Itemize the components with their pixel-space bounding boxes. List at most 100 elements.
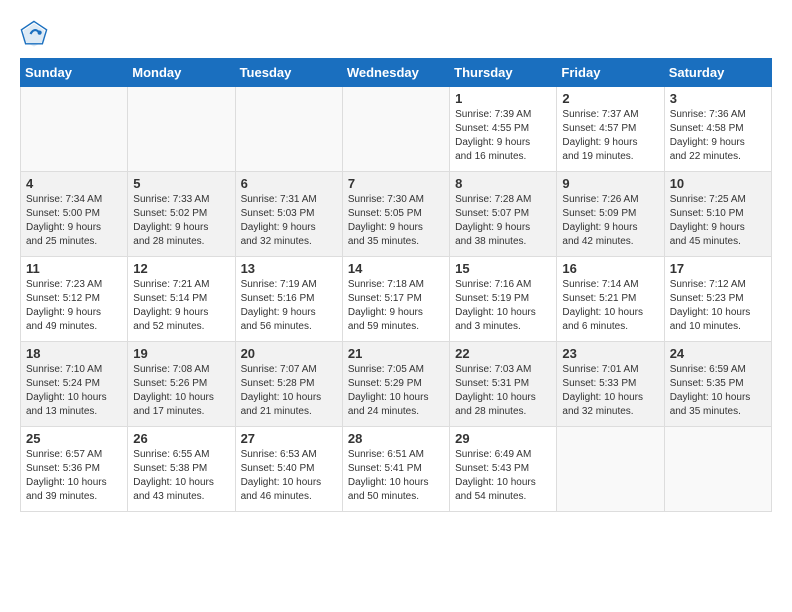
header-row: SundayMondayTuesdayWednesdayThursdayFrid… (21, 59, 772, 87)
day-info: Sunrise: 7:37 AM Sunset: 4:57 PM Dayligh… (562, 108, 658, 164)
calendar-week-row: 25 Sunrise: 6:57 AM Sunset: 5:36 PM Dayli… (21, 427, 772, 512)
calendar-cell: 17 Sunrise: 7:12 AM Sunset: 5:23 PM Dayli… (664, 257, 771, 342)
day-number: 12 (133, 261, 229, 276)
calendar-cell: 25 Sunrise: 6:57 AM Sunset: 5:36 PM Dayli… (21, 427, 128, 512)
day-info: Sunrise: 7:08 AM Sunset: 5:26 PM Dayligh… (133, 363, 229, 419)
day-number: 27 (241, 431, 337, 446)
day-info: Sunrise: 7:23 AM Sunset: 5:12 PM Dayligh… (26, 278, 122, 334)
calendar-cell: 24Sunrise: 6:59 AM Sunset: 5:35 PM Dayli… (664, 342, 771, 427)
calendar-cell: 18 Sunrise: 7:10 AM Sunset: 5:24 PM Dayli… (21, 342, 128, 427)
day-info: Sunrise: 6:49 AM Sunset: 5:43 PM Dayligh… (455, 448, 551, 504)
calendar-table: SundayMondayTuesdayWednesdayThursdayFrid… (20, 58, 772, 512)
calendar-week-row: 1 Sunrise: 7:39 AM Sunset: 4:55 PM Daylig… (21, 87, 772, 172)
day-info: Sunrise: 7:36 AM Sunset: 4:58 PM Dayligh… (670, 108, 766, 164)
day-of-week-header: Tuesday (235, 59, 342, 87)
calendar-cell: 21 Sunrise: 7:05 AM Sunset: 5:29 PM Dayli… (342, 342, 449, 427)
day-info: Sunrise: 7:28 AM Sunset: 5:07 PM Dayligh… (455, 193, 551, 249)
page-header (20, 20, 772, 48)
calendar-cell: 23 Sunrise: 7:01 AM Sunset: 5:33 PM Dayli… (557, 342, 664, 427)
day-of-week-header: Monday (128, 59, 235, 87)
calendar-cell (235, 87, 342, 172)
day-info: Sunrise: 7:14 AM Sunset: 5:21 PM Dayligh… (562, 278, 658, 334)
day-number: 14 (348, 261, 444, 276)
day-info: Sunrise: 6:57 AM Sunset: 5:36 PM Dayligh… (26, 448, 122, 504)
day-number: 25 (26, 431, 122, 446)
calendar-cell: 6 Sunrise: 7:31 AM Sunset: 5:03 PM Daylig… (235, 172, 342, 257)
calendar-cell: 22 Sunrise: 7:03 AM Sunset: 5:31 PM Dayli… (450, 342, 557, 427)
calendar-cell (557, 427, 664, 512)
day-info: Sunrise: 7:26 AM Sunset: 5:09 PM Dayligh… (562, 193, 658, 249)
day-number: 3 (670, 91, 766, 106)
day-info: Sunrise: 7:10 AM Sunset: 5:24 PM Dayligh… (26, 363, 122, 419)
day-number: 23 (562, 346, 658, 361)
day-number: 7 (348, 176, 444, 191)
calendar-cell: 16Sunrise: 7:14 AM Sunset: 5:21 PM Dayli… (557, 257, 664, 342)
logo-icon (20, 20, 48, 48)
day-info: Sunrise: 7:25 AM Sunset: 5:10 PM Dayligh… (670, 193, 766, 249)
calendar-cell: 8Sunrise: 7:28 AM Sunset: 5:07 PM Daylig… (450, 172, 557, 257)
day-number: 4 (26, 176, 122, 191)
calendar-cell (342, 87, 449, 172)
calendar-cell: 14 Sunrise: 7:18 AM Sunset: 5:17 PM Dayli… (342, 257, 449, 342)
calendar-cell: 29 Sunrise: 6:49 AM Sunset: 5:43 PM Dayli… (450, 427, 557, 512)
calendar-cell: 1 Sunrise: 7:39 AM Sunset: 4:55 PM Daylig… (450, 87, 557, 172)
day-number: 17 (670, 261, 766, 276)
day-number: 11 (26, 261, 122, 276)
day-number: 18 (26, 346, 122, 361)
day-info: Sunrise: 7:30 AM Sunset: 5:05 PM Dayligh… (348, 193, 444, 249)
day-number: 15 (455, 261, 551, 276)
day-number: 2 (562, 91, 658, 106)
calendar-cell: 10 Sunrise: 7:25 AM Sunset: 5:10 PM Dayli… (664, 172, 771, 257)
day-number: 26 (133, 431, 229, 446)
calendar-cell: 13 Sunrise: 7:19 AM Sunset: 5:16 PM Dayli… (235, 257, 342, 342)
calendar-week-row: 18 Sunrise: 7:10 AM Sunset: 5:24 PM Dayli… (21, 342, 772, 427)
day-number: 29 (455, 431, 551, 446)
day-info: Sunrise: 7:12 AM Sunset: 5:23 PM Dayligh… (670, 278, 766, 334)
calendar-cell: 12 Sunrise: 7:21 AM Sunset: 5:14 PM Dayli… (128, 257, 235, 342)
day-info: Sunrise: 7:18 AM Sunset: 5:17 PM Dayligh… (348, 278, 444, 334)
day-number: 1 (455, 91, 551, 106)
day-number: 9 (562, 176, 658, 191)
day-info: Sunrise: 7:21 AM Sunset: 5:14 PM Dayligh… (133, 278, 229, 334)
day-of-week-header: Wednesday (342, 59, 449, 87)
day-of-week-header: Sunday (21, 59, 128, 87)
calendar-cell: 28 Sunrise: 6:51 AM Sunset: 5:41 PM Dayli… (342, 427, 449, 512)
calendar-week-row: 4Sunrise: 7:34 AM Sunset: 5:00 PM Daylig… (21, 172, 772, 257)
day-number: 22 (455, 346, 551, 361)
day-number: 28 (348, 431, 444, 446)
day-number: 10 (670, 176, 766, 191)
day-number: 21 (348, 346, 444, 361)
calendar-week-row: 11 Sunrise: 7:23 AM Sunset: 5:12 PM Dayli… (21, 257, 772, 342)
day-info: Sunrise: 6:59 AM Sunset: 5:35 PM Dayligh… (670, 363, 766, 419)
day-number: 13 (241, 261, 337, 276)
day-info: Sunrise: 6:51 AM Sunset: 5:41 PM Dayligh… (348, 448, 444, 504)
day-info: Sunrise: 6:55 AM Sunset: 5:38 PM Dayligh… (133, 448, 229, 504)
day-info: Sunrise: 6:53 AM Sunset: 5:40 PM Dayligh… (241, 448, 337, 504)
calendar-cell: 11 Sunrise: 7:23 AM Sunset: 5:12 PM Dayli… (21, 257, 128, 342)
day-info: Sunrise: 7:39 AM Sunset: 4:55 PM Dayligh… (455, 108, 551, 164)
calendar-header: SundayMondayTuesdayWednesdayThursdayFrid… (21, 59, 772, 87)
calendar-body: 1 Sunrise: 7:39 AM Sunset: 4:55 PM Daylig… (21, 87, 772, 512)
day-info: Sunrise: 7:19 AM Sunset: 5:16 PM Dayligh… (241, 278, 337, 334)
calendar-cell: 9 Sunrise: 7:26 AM Sunset: 5:09 PM Daylig… (557, 172, 664, 257)
day-info: Sunrise: 7:16 AM Sunset: 5:19 PM Dayligh… (455, 278, 551, 334)
calendar-cell (128, 87, 235, 172)
day-number: 20 (241, 346, 337, 361)
calendar-cell: 7 Sunrise: 7:30 AM Sunset: 5:05 PM Daylig… (342, 172, 449, 257)
logo (20, 20, 50, 48)
calendar-cell: 20Sunrise: 7:07 AM Sunset: 5:28 PM Dayli… (235, 342, 342, 427)
calendar-cell (664, 427, 771, 512)
calendar-cell: 2 Sunrise: 7:37 AM Sunset: 4:57 PM Daylig… (557, 87, 664, 172)
day-number: 5 (133, 176, 229, 191)
calendar-cell: 19 Sunrise: 7:08 AM Sunset: 5:26 PM Dayli… (128, 342, 235, 427)
day-info: Sunrise: 7:05 AM Sunset: 5:29 PM Dayligh… (348, 363, 444, 419)
day-number: 19 (133, 346, 229, 361)
calendar-cell: 26 Sunrise: 6:55 AM Sunset: 5:38 PM Dayli… (128, 427, 235, 512)
day-info: Sunrise: 7:31 AM Sunset: 5:03 PM Dayligh… (241, 193, 337, 249)
calendar-cell: 4Sunrise: 7:34 AM Sunset: 5:00 PM Daylig… (21, 172, 128, 257)
calendar-cell: 15 Sunrise: 7:16 AM Sunset: 5:19 PM Dayli… (450, 257, 557, 342)
day-info: Sunrise: 7:01 AM Sunset: 5:33 PM Dayligh… (562, 363, 658, 419)
day-of-week-header: Friday (557, 59, 664, 87)
day-info: Sunrise: 7:03 AM Sunset: 5:31 PM Dayligh… (455, 363, 551, 419)
day-number: 6 (241, 176, 337, 191)
